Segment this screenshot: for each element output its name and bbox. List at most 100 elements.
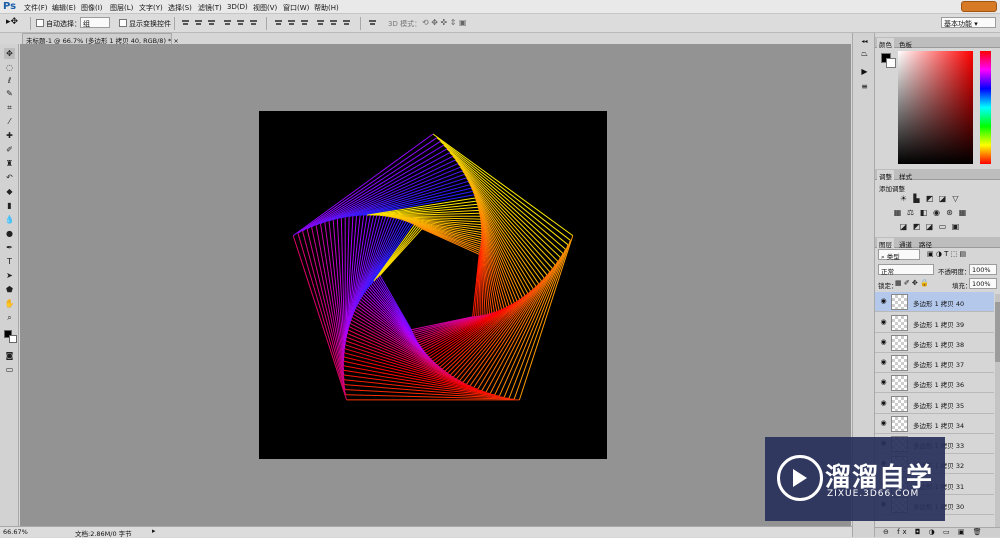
distribute-right-icon[interactable] xyxy=(342,18,351,27)
layer-row[interactable]: ◉ 多边形 1 拷贝 35 xyxy=(875,394,994,414)
layer-filter-dropdown[interactable]: ⌕ 类型 xyxy=(878,249,920,261)
zoom-tool-icon[interactable]: ⌕ xyxy=(4,312,15,323)
menu-window[interactable]: 窗口(W) xyxy=(283,3,309,13)
menu-3d[interactable]: 3D(D) xyxy=(227,3,248,11)
dodge-tool-icon[interactable]: ● xyxy=(4,228,15,239)
tab-styles[interactable]: 样式 xyxy=(897,170,914,181)
black-white-icon[interactable]: ◧ xyxy=(919,208,928,217)
collapse-icon[interactable]: ◂◂ xyxy=(858,36,871,47)
brightness-icon[interactable]: ☀ xyxy=(899,194,908,203)
gradient-tool-icon[interactable]: ▮ xyxy=(4,200,15,211)
tab-channels[interactable]: 通道 xyxy=(897,238,914,249)
menu-image[interactable]: 图像(I) xyxy=(81,3,103,13)
threshold-icon[interactable]: ◪ xyxy=(925,222,934,231)
menu-help[interactable]: 帮助(H) xyxy=(314,3,339,13)
menu-file[interactable]: 文件(F) xyxy=(24,3,48,13)
vibrance-icon[interactable]: ▽ xyxy=(951,194,960,203)
screen-mode-icon[interactable]: ▭ xyxy=(4,364,15,375)
layer-row[interactable]: ◉ 多边形 1 拷贝 34 xyxy=(875,414,994,434)
fill-input[interactable]: 100% xyxy=(969,278,997,289)
color-balance-icon[interactable]: ⚖ xyxy=(906,208,915,217)
menu-filter[interactable]: 滤镜(T) xyxy=(198,3,222,13)
blur-tool-icon[interactable]: 💧 xyxy=(4,214,15,225)
crop-tool-icon[interactable]: ⌗ xyxy=(4,102,15,113)
photo-filter-icon[interactable]: ◉ xyxy=(932,208,941,217)
layer-row[interactable]: ◉ 多边形 1 拷贝 36 xyxy=(875,373,994,393)
move-tool-icon[interactable]: ✥ xyxy=(4,48,15,59)
menu-edit[interactable]: 编辑(E) xyxy=(52,3,76,13)
tab-color[interactable]: 颜色 xyxy=(877,38,894,49)
healing-brush-tool-icon[interactable]: ✚ xyxy=(4,130,15,141)
scrollbar-thumb[interactable] xyxy=(995,302,1000,362)
brush-tool-icon[interactable]: ✐ xyxy=(4,144,15,155)
align-hcenter-icon[interactable] xyxy=(236,18,245,27)
visibility-eye-icon[interactable]: ◉ xyxy=(879,358,888,366)
visibility-eye-icon[interactable]: ◉ xyxy=(879,378,888,386)
layer-row[interactable]: ◉ 多边形 1 拷贝 37 xyxy=(875,353,994,373)
selective-color-icon[interactable]: ▣ xyxy=(951,222,960,231)
align-vcenter-icon[interactable] xyxy=(194,18,203,27)
move-tool-icon[interactable]: ▸✥ xyxy=(6,17,18,27)
quick-select-tool-icon[interactable]: ✎ xyxy=(4,88,15,99)
distribute-hcenter-icon[interactable] xyxy=(329,18,338,27)
layer-row[interactable]: ◉ 多边形 1 拷贝 39 xyxy=(875,313,994,333)
auto-select-dropdown[interactable]: 组 xyxy=(80,17,110,28)
menu-view[interactable]: 视图(V) xyxy=(253,3,277,13)
color-spectrum-field[interactable] xyxy=(898,51,973,164)
tab-layers[interactable]: 图层 xyxy=(877,238,894,249)
background-color-swatch[interactable] xyxy=(9,335,17,343)
distribute-left-icon[interactable] xyxy=(316,18,325,27)
layers-scrollbar[interactable] xyxy=(995,294,1000,527)
history-panel-icon[interactable]: ⏢ xyxy=(858,48,871,59)
layer-filter-icons[interactable]: ▣ ◑ T ⬚ ▤ xyxy=(927,250,966,258)
visibility-eye-icon[interactable]: ◉ xyxy=(879,399,888,407)
align-left-icon[interactable] xyxy=(223,18,232,27)
auto-select-checkbox[interactable] xyxy=(36,19,44,27)
auto-align-icon[interactable] xyxy=(368,18,377,27)
visibility-eye-icon[interactable]: ◉ xyxy=(879,338,888,346)
align-bottom-icon[interactable] xyxy=(207,18,216,27)
gradient-map-icon[interactable]: ▭ xyxy=(938,222,947,231)
hue-slider[interactable] xyxy=(980,51,991,164)
invert-icon[interactable]: ◪ xyxy=(899,222,908,231)
pen-tool-icon[interactable]: ✒ xyxy=(4,242,15,253)
channel-mixer-icon[interactable]: ⊛ xyxy=(945,208,954,217)
visibility-eye-icon[interactable]: ◉ xyxy=(879,419,888,427)
opacity-input[interactable]: 100% xyxy=(969,264,997,275)
layer-row[interactable]: ◉ 多边形 1 拷贝 40 xyxy=(875,292,994,312)
visibility-eye-icon[interactable]: ◉ xyxy=(879,297,888,305)
show-transform-checkbox[interactable] xyxy=(119,19,127,27)
tab-paths[interactable]: 路径 xyxy=(917,238,934,249)
lock-icons[interactable]: ▦ ✐ ✥ 🔒 xyxy=(895,279,929,287)
levels-icon[interactable]: ▙ xyxy=(912,194,921,203)
hue-saturation-icon[interactable]: ▦ xyxy=(893,208,902,217)
document-canvas[interactable] xyxy=(259,111,607,459)
curves-icon[interactable]: ◩ xyxy=(925,194,934,203)
layers-footer-icons[interactable]: ⊖ fx ◘ ◑ ▭ ▣ 🗑 xyxy=(875,527,1000,537)
status-arrow-icon[interactable]: ▸ xyxy=(152,527,156,535)
properties-panel-icon[interactable]: ≡ xyxy=(858,81,871,92)
path-select-tool-icon[interactable]: ➤ xyxy=(4,270,15,281)
distribute-bottom-icon[interactable] xyxy=(300,18,309,27)
marquee-tool-icon[interactable]: ◌ xyxy=(4,62,15,73)
menu-type[interactable]: 文字(Y) xyxy=(139,3,163,13)
type-tool-icon[interactable]: T xyxy=(4,256,15,267)
tab-adjustments[interactable]: 调整 xyxy=(877,170,894,181)
document-tab[interactable]: 未标题-1 @ 66.7% (多边形 1 拷贝 40, RGB/8) * × xyxy=(22,33,179,45)
exposure-icon[interactable]: ◪ xyxy=(938,194,947,203)
posterize-icon[interactable]: ◩ xyxy=(912,222,921,231)
3d-tools-icon[interactable]: ⟲ ✥ ✜ ⇕ ▣ xyxy=(422,18,467,27)
shape-tool-icon[interactable]: ⬟ xyxy=(4,284,15,295)
actions-panel-icon[interactable]: ▶ xyxy=(858,66,871,77)
quick-mask-icon[interactable]: ◙ xyxy=(4,350,15,361)
hand-tool-icon[interactable]: ✋ xyxy=(4,298,15,309)
menu-layer[interactable]: 图层(L) xyxy=(110,3,133,13)
visibility-eye-icon[interactable]: ◉ xyxy=(879,318,888,326)
color-lookup-icon[interactable]: ▦ xyxy=(958,208,967,217)
color-background-swatch[interactable] xyxy=(886,58,896,68)
clone-stamp-tool-icon[interactable]: ♜ xyxy=(4,158,15,169)
align-top-icon[interactable] xyxy=(181,18,190,27)
window-controls[interactable] xyxy=(961,1,997,12)
eraser-tool-icon[interactable]: ◆ xyxy=(4,186,15,197)
zoom-level[interactable]: 66.67% xyxy=(3,528,28,536)
